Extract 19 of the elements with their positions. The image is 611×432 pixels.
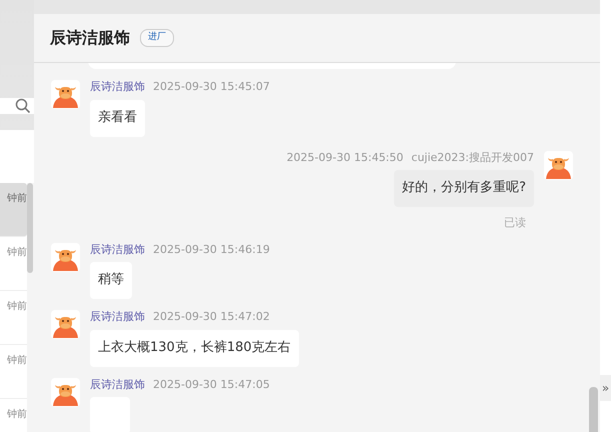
sender-name: 辰诗洁服饰 [90, 309, 145, 325]
message-time: 2025-09-30 15:45:50 [286, 150, 404, 166]
message-time: 2025-09-30 15:47:02 [153, 309, 270, 325]
message-bubble: 稍等 [90, 262, 132, 299]
sender-name: 辰诗洁服饰 [90, 242, 145, 258]
sender-name: cujie2023:搜品开发007 [411, 150, 534, 166]
message-bubble: 好的，分别有多重呢? [394, 170, 534, 207]
message-time: 2025-09-30 15:46:19 [153, 242, 270, 258]
message-bubble: 亲看看 [90, 100, 145, 136]
sender-name: 辰诗洁服饰 [90, 376, 145, 392]
conversation-item[interactable]: 钟前 [0, 183, 27, 237]
message-time: 2025-09-30 15:45:07 [153, 79, 270, 95]
message-bubble: 上衣大概130克，长裤180克左右 [90, 330, 299, 366]
read-status: 已读 [503, 215, 527, 231]
chat-title: 辰诗洁服饰 [50, 27, 130, 49]
message-time: 2025-09-30 15:47:05 [153, 376, 270, 392]
sender-name: 辰诗洁服饰 [90, 79, 145, 95]
status-tag: 进厂 [140, 29, 174, 47]
expand-button[interactable]: » [600, 375, 611, 401]
